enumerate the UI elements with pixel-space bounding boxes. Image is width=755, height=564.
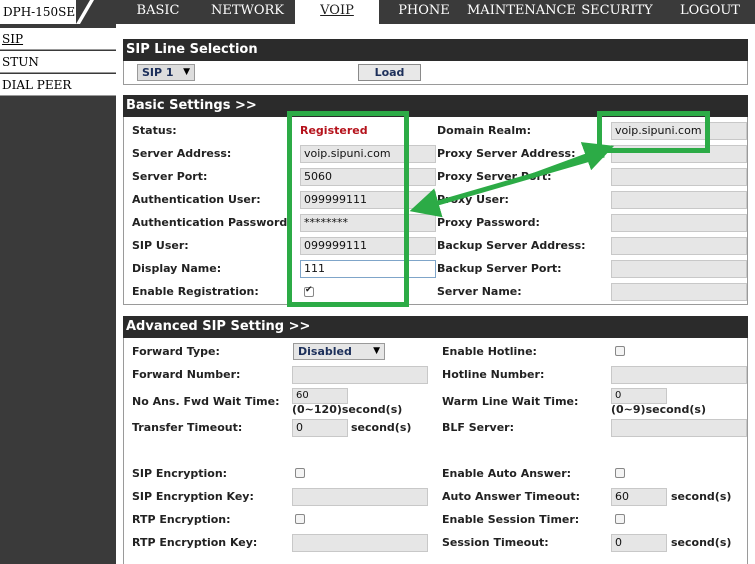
sidebar: SIP STUN DIAL PEER: [0, 24, 116, 564]
load-button[interactable]: Load: [358, 64, 421, 81]
backup-server-port-input[interactable]: [611, 260, 747, 278]
proxy-password-input[interactable]: [611, 214, 747, 232]
blf-server-input[interactable]: [611, 419, 747, 437]
transfer-timeout-label: Transfer Timeout:: [132, 421, 243, 434]
sip-encryption-checkbox[interactable]: [295, 468, 305, 478]
auth-password-label: Authentication Password:: [132, 216, 292, 229]
proxy-user-label: Proxy User:: [437, 193, 509, 206]
enable-session-timer-checkbox[interactable]: [615, 514, 625, 524]
chevron-down-icon: ▼: [183, 67, 190, 77]
domain-realm-label: Domain Realm:: [437, 124, 531, 137]
forward-number-label: Forward Number:: [132, 368, 241, 381]
backup-server-address-input[interactable]: [611, 237, 747, 255]
server-address-label: Server Address:: [132, 147, 232, 160]
sip-user-label: SIP User:: [132, 239, 189, 252]
proxy-server-port-input[interactable]: [611, 168, 747, 186]
sip-encryption-key-label: SIP Encryption Key:: [132, 490, 254, 503]
auto-answer-timeout-input[interactable]: 60: [611, 488, 667, 506]
sip-line-select[interactable]: SIP 1 ▼: [137, 64, 195, 81]
enable-session-timer-label: Enable Session Timer:: [442, 513, 580, 526]
sidebar-item-dial-peer[interactable]: DIAL PEER: [0, 74, 116, 96]
session-timeout-unit: second(s): [671, 536, 732, 549]
transfer-timeout-unit: second(s): [351, 421, 412, 434]
sip-encryption-key-input[interactable]: [292, 488, 428, 506]
server-name-label: Server Name:: [437, 285, 522, 298]
top-navigation-bar: DPH-150SE BASIC NETWORK VOIP PHONE MAINT…: [0, 0, 755, 24]
proxy-user-input[interactable]: [611, 191, 747, 209]
session-timeout-input[interactable]: 0: [611, 534, 667, 552]
sidebar-item-stun[interactable]: STUN: [0, 51, 116, 73]
nav-network[interactable]: NETWORK: [200, 0, 295, 24]
annotation-highlight-box: [287, 111, 409, 307]
sip-line-select-value: SIP 1: [142, 66, 174, 79]
no-ans-fwd-wait-time-range: (0~120)second(s): [292, 403, 403, 416]
proxy-server-address-label: Proxy Server Address:: [437, 147, 576, 160]
nav-security[interactable]: SECURITY: [571, 0, 663, 24]
chevron-down-icon: ▼: [373, 346, 380, 356]
auto-answer-timeout-label: Auto Answer Timeout:: [442, 490, 580, 503]
rtp-encryption-key-input[interactable]: [292, 534, 428, 552]
sip-line-selection-panel: SIP 1 ▼ Load: [123, 61, 748, 85]
transfer-timeout-input[interactable]: 0: [292, 419, 348, 437]
session-timeout-label: Session Timeout:: [442, 536, 549, 549]
status-label: Status:: [132, 124, 177, 137]
sip-line-selection-header: SIP Line Selection: [123, 39, 748, 61]
no-ans-fwd-wait-time-label: No Ans. Fwd Wait Time:: [132, 395, 280, 408]
header-separator-graphic: [76, 0, 94, 24]
proxy-password-label: Proxy Password:: [437, 216, 540, 229]
enable-hotline-checkbox[interactable]: [615, 346, 625, 356]
server-port-label: Server Port:: [132, 170, 208, 183]
warm-line-wait-time-range: (0~9)second(s): [611, 403, 706, 416]
no-ans-fwd-wait-time-input[interactable]: 60: [292, 388, 348, 404]
nav-voip[interactable]: VOIP: [295, 0, 379, 24]
annotation-domain-box: [597, 111, 710, 153]
nav-phone[interactable]: PHONE: [381, 0, 467, 24]
auth-user-label: Authentication User:: [132, 193, 261, 206]
hotline-number-input[interactable]: [611, 366, 747, 384]
display-name-label: Display Name:: [132, 262, 222, 275]
enable-auto-answer-checkbox[interactable]: [615, 468, 625, 478]
backup-server-address-label: Backup Server Address:: [437, 239, 586, 252]
blf-server-label: BLF Server:: [442, 421, 514, 434]
forward-type-label: Forward Type:: [132, 345, 220, 358]
backup-server-port-label: Backup Server Port:: [437, 262, 562, 275]
device-model: DPH-150SE: [0, 0, 76, 24]
sidebar-item-sip[interactable]: SIP: [0, 28, 116, 50]
advanced-sip-setting-header: Advanced SIP Setting >>: [123, 316, 748, 338]
sip-encryption-label: SIP Encryption:: [132, 467, 228, 480]
rtp-encryption-key-label: RTP Encryption Key:: [132, 536, 258, 549]
hotline-number-label: Hotline Number:: [442, 368, 545, 381]
enable-registration-label: Enable Registration:: [132, 285, 259, 298]
nav-basic[interactable]: BASIC: [118, 0, 198, 24]
forward-type-value: Disabled: [298, 345, 352, 358]
warm-line-wait-time-label: Warm Line Wait Time:: [442, 395, 579, 408]
auto-answer-timeout-unit: second(s): [671, 490, 732, 503]
nav-logout[interactable]: LOGOUT: [667, 0, 753, 24]
nav-maintenance[interactable]: MAINTENANCE: [467, 0, 576, 24]
server-name-input[interactable]: [611, 283, 747, 301]
proxy-server-port-label: Proxy Server Port:: [437, 170, 552, 183]
rtp-encryption-label: RTP Encryption:: [132, 513, 231, 526]
advanced-sip-setting-panel: Forward Type: Disabled ▼ Forward Number:…: [123, 338, 748, 564]
enable-auto-answer-label: Enable Auto Answer:: [442, 467, 572, 480]
enable-hotline-label: Enable Hotline:: [442, 345, 537, 358]
rtp-encryption-checkbox[interactable]: [295, 514, 305, 524]
warm-line-wait-time-input[interactable]: 0: [611, 388, 667, 404]
forward-type-select[interactable]: Disabled ▼: [293, 343, 385, 360]
forward-number-input[interactable]: [292, 366, 428, 384]
